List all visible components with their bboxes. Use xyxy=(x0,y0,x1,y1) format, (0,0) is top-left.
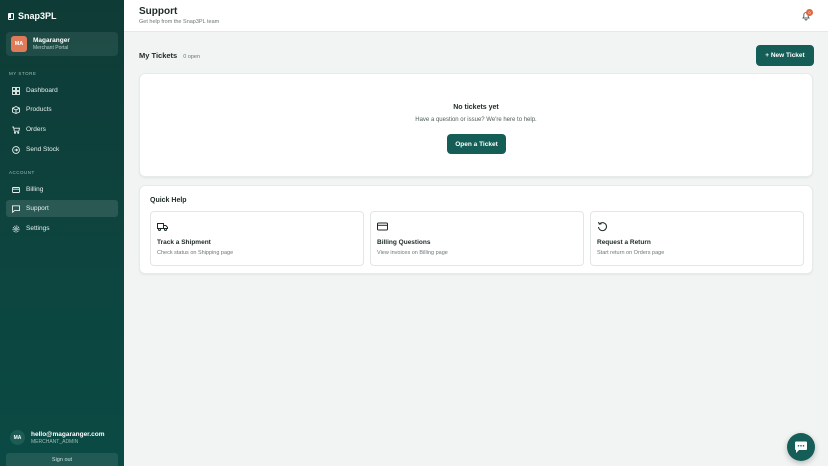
page-subtitle: Get help from the Snap3PL team xyxy=(139,19,220,25)
account-switcher[interactable]: MA Magaranger Merchant Portal xyxy=(6,32,118,56)
page-title: Support xyxy=(139,6,178,17)
empty-state-subtitle: Have a question or issue? We're here to … xyxy=(415,117,537,123)
card-icon xyxy=(12,186,20,193)
sidebar-item-dashboard[interactable]: Dashboard xyxy=(6,82,118,99)
cart-icon xyxy=(12,126,20,134)
credit-card-icon xyxy=(377,222,388,231)
quick-help-label: Track a Shipment xyxy=(157,239,211,246)
sign-out-button[interactable]: Sign out xyxy=(6,453,118,466)
sidebar-item-billing[interactable]: Billing xyxy=(6,181,118,198)
sidebar-item-support[interactable]: Support xyxy=(6,200,118,217)
quick-help-track-shipment[interactable]: Track a Shipment Check status on Shippin… xyxy=(150,211,364,266)
sidebar-item-settings[interactable]: Settings xyxy=(6,220,118,237)
brand-logo[interactable]: Snap3PL xyxy=(8,11,57,21)
sidebar-item-label: Dashboard xyxy=(26,87,58,94)
section-label-account: ACCOUNT xyxy=(9,170,35,175)
send-icon xyxy=(12,145,20,154)
sidebar: Snap3PL MA Magaranger Merchant Portal MY… xyxy=(0,0,124,466)
tickets-title: My Tickets xyxy=(139,51,178,60)
brand-name: Snap3PL xyxy=(18,11,57,21)
open-ticket-button[interactable]: Open a Ticket xyxy=(447,134,506,154)
sidebar-item-products[interactable]: Products xyxy=(6,101,118,118)
sidebar-item-label: Products xyxy=(26,106,52,113)
gear-icon xyxy=(12,225,20,232)
logo-icon xyxy=(8,12,14,20)
chat-bubble-icon xyxy=(795,441,807,453)
return-icon xyxy=(598,221,607,232)
user-role: MERCHANT_ADMIN xyxy=(31,438,79,445)
sidebar-item-label: Orders xyxy=(26,126,46,133)
empty-state-title: No tickets yet xyxy=(453,104,499,111)
sidebar-item-orders[interactable]: Orders xyxy=(6,121,118,138)
account-name: Magaranger xyxy=(33,37,70,44)
tickets-empty-state: No tickets yet Have a question or issue?… xyxy=(139,73,813,177)
grid-icon xyxy=(12,86,20,95)
sidebar-item-label: Send Stock xyxy=(26,146,60,153)
sidebar-item-label: Support xyxy=(26,205,49,212)
sidebar-item-label: Settings xyxy=(26,225,50,232)
chat-launcher-button[interactable] xyxy=(787,433,815,461)
tickets-header: My Tickets 0 open xyxy=(139,51,200,60)
page-header: Support Get help from the Snap3PL team 0 xyxy=(124,0,828,32)
quick-help-billing-questions[interactable]: Billing Questions View invoices on Billi… xyxy=(370,211,584,266)
tickets-open-count: 0 open xyxy=(183,54,201,60)
quick-help-description: Check status on Shipping page xyxy=(157,250,234,256)
truck-icon xyxy=(157,223,168,231)
box-icon xyxy=(12,105,20,114)
notification-badge: 0 xyxy=(806,9,813,16)
sidebar-item-label: Billing xyxy=(26,186,44,193)
quick-help-label: Request a Return xyxy=(597,239,651,246)
user-avatar: MA xyxy=(10,430,25,445)
quick-help-request-return[interactable]: Request a Return Start return on Orders … xyxy=(590,211,804,266)
quick-help-description: Start return on Orders page xyxy=(597,250,665,256)
user-email: hello@magaranger.com xyxy=(31,430,105,438)
sidebar-item-send-stock[interactable]: Send Stock xyxy=(6,141,118,158)
section-label-my-store: MY STORE xyxy=(9,71,37,76)
quick-help-card: Quick Help Track a Shipment Check status… xyxy=(139,185,813,274)
quick-help-description: View invoices on Billing page xyxy=(377,250,448,256)
chat-icon xyxy=(12,204,20,213)
user-profile[interactable]: MA hello@magaranger.com MERCHANT_ADMIN xyxy=(10,430,105,445)
new-ticket-button[interactable]: + New Ticket xyxy=(756,45,814,66)
quick-help-label: Billing Questions xyxy=(377,239,431,246)
account-avatar: MA xyxy=(11,36,27,52)
account-subtitle: Merchant Portal xyxy=(33,45,69,51)
quick-help-title: Quick Help xyxy=(150,197,187,204)
